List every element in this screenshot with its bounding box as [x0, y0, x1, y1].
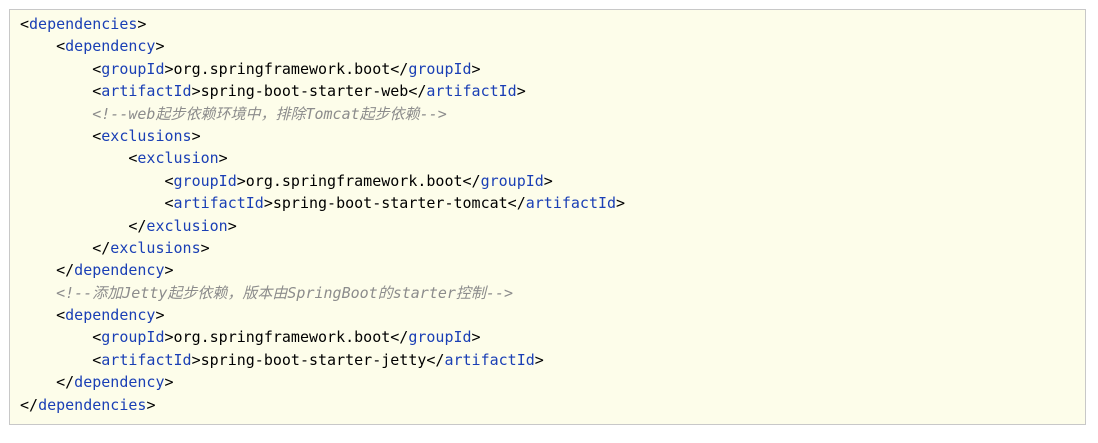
xml-punctuation: > — [616, 194, 626, 213]
xml-punctuation: > — [164, 373, 174, 392]
xml-punctuation: > — [155, 306, 165, 325]
xml-tag-name: artifactId — [525, 194, 617, 213]
xml-punctuation: > — [227, 216, 237, 235]
xml-punctuation: > — [263, 194, 273, 213]
code-line: <!--web起步依赖环境中，排除Tomcat起步依赖--> — [20, 103, 1085, 125]
xml-punctuation: < — [92, 126, 102, 145]
xml-punctuation: </ — [56, 261, 75, 280]
xml-punctuation: < — [20, 15, 30, 33]
xml-punctuation: > — [543, 171, 553, 190]
code-line: <dependency> — [20, 304, 1085, 326]
code-line: <artifactId>spring-boot-starter-jetty</a… — [20, 349, 1085, 371]
xml-punctuation: < — [164, 171, 174, 190]
xml-punctuation: > — [471, 59, 481, 78]
xml-punctuation: > — [164, 328, 174, 347]
xml-punctuation: < — [92, 350, 102, 369]
xml-punctuation: </ — [462, 171, 481, 190]
xml-punctuation: </ — [92, 238, 111, 257]
xml-punctuation: < — [92, 82, 102, 101]
xml-tag-name: dependency — [74, 261, 165, 280]
xml-tag-name: exclusion — [146, 216, 228, 235]
xml-punctuation: > — [191, 82, 201, 101]
code-line: <artifactId>spring-boot-starter-web</art… — [20, 80, 1085, 102]
xml-punctuation: > — [218, 149, 228, 168]
code-line: </dependency> — [20, 371, 1085, 393]
xml-punctuation: </ — [20, 395, 39, 414]
xml-punctuation: > — [164, 261, 174, 280]
code-line: </exclusion> — [20, 215, 1085, 237]
xml-punctuation: > — [191, 350, 201, 369]
xml-punctuation: > — [191, 126, 201, 145]
xml-punctuation: < — [92, 328, 102, 347]
xml-tag-name: exclusions — [110, 238, 201, 257]
xml-text: spring-boot-starter-web — [200, 82, 409, 101]
xml-tag-name: artifactId — [173, 194, 264, 213]
xml-tag-name: groupId — [173, 171, 237, 190]
xml-punctuation: </ — [426, 350, 445, 369]
xml-punctuation: > — [516, 82, 526, 101]
xml-punctuation: > — [164, 59, 174, 78]
xml-punctuation: > — [137, 15, 147, 33]
xml-text: spring-boot-starter-tomcat — [272, 194, 508, 213]
xml-tag-name: groupId — [408, 328, 472, 347]
code-line: <!--添加Jetty起步依赖，版本由SpringBoot的starter控制-… — [20, 282, 1085, 304]
xml-tag-name: groupId — [101, 59, 165, 78]
xml-tag-name: exclusion — [137, 149, 219, 168]
xml-punctuation: < — [56, 306, 66, 325]
xml-punctuation: > — [534, 350, 544, 369]
xml-punctuation: > — [471, 328, 481, 347]
code-line: <groupId>org.springframework.boot</group… — [20, 170, 1085, 192]
xml-punctuation: > — [200, 238, 210, 257]
code-line: <exclusions> — [20, 125, 1085, 147]
code-line: <dependency> — [20, 35, 1085, 57]
xml-text: org.springframework.boot — [173, 328, 391, 347]
xml-punctuation: < — [92, 59, 102, 78]
xml-tag-name: groupId — [480, 171, 544, 190]
xml-tag-name: dependency — [65, 306, 156, 325]
xml-punctuation: > — [146, 395, 156, 414]
code-line: </dependencies> — [20, 394, 1085, 416]
xml-tag-name: artifactId — [444, 350, 535, 369]
xml-tag-name: groupId — [101, 328, 165, 347]
xml-text: spring-boot-starter-jetty — [200, 350, 427, 369]
xml-tag-name: dependencies — [29, 15, 138, 33]
xml-punctuation: < — [164, 194, 174, 213]
xml-punctuation: </ — [56, 373, 75, 392]
xml-tag-name: dependencies — [38, 395, 147, 414]
xml-punctuation: </ — [390, 328, 409, 347]
xml-tag-name: groupId — [408, 59, 472, 78]
code-line: <groupId>org.springframework.boot</group… — [20, 58, 1085, 80]
xml-punctuation: </ — [507, 194, 526, 213]
xml-punctuation: </ — [408, 82, 427, 101]
code-line: </exclusions> — [20, 237, 1085, 259]
xml-tag-name: artifactId — [101, 350, 192, 369]
code-line: <exclusion> — [20, 147, 1085, 169]
code-line: <dependencies> — [20, 13, 1085, 35]
xml-text: org.springframework.boot — [245, 171, 463, 190]
xml-punctuation: > — [236, 171, 246, 190]
xml-punctuation: > — [155, 37, 165, 56]
code-line: <groupId>org.springframework.boot</group… — [20, 326, 1085, 348]
code-line: </dependency> — [20, 259, 1085, 281]
xml-text: org.springframework.boot — [173, 59, 391, 78]
xml-tag-name: exclusions — [101, 126, 192, 145]
xml-comment: <!--web起步依赖环境中，排除Tomcat起步依赖--> — [92, 104, 447, 123]
xml-tag-name: dependency — [65, 37, 156, 56]
xml-punctuation: </ — [390, 59, 409, 78]
xml-comment: <!--添加Jetty起步依赖，版本由SpringBoot的starter控制-… — [56, 283, 514, 302]
xml-punctuation: < — [56, 37, 66, 56]
xml-tag-name: artifactId — [426, 82, 517, 101]
xml-tag-name: dependency — [74, 373, 165, 392]
code-block: <dependencies> <dependency> <groupId>org.s… — [9, 9, 1086, 425]
code-line: <artifactId>spring-boot-starter-tomcat</… — [20, 192, 1085, 214]
xml-tag-name: artifactId — [101, 82, 192, 101]
xml-punctuation: </ — [128, 216, 147, 235]
